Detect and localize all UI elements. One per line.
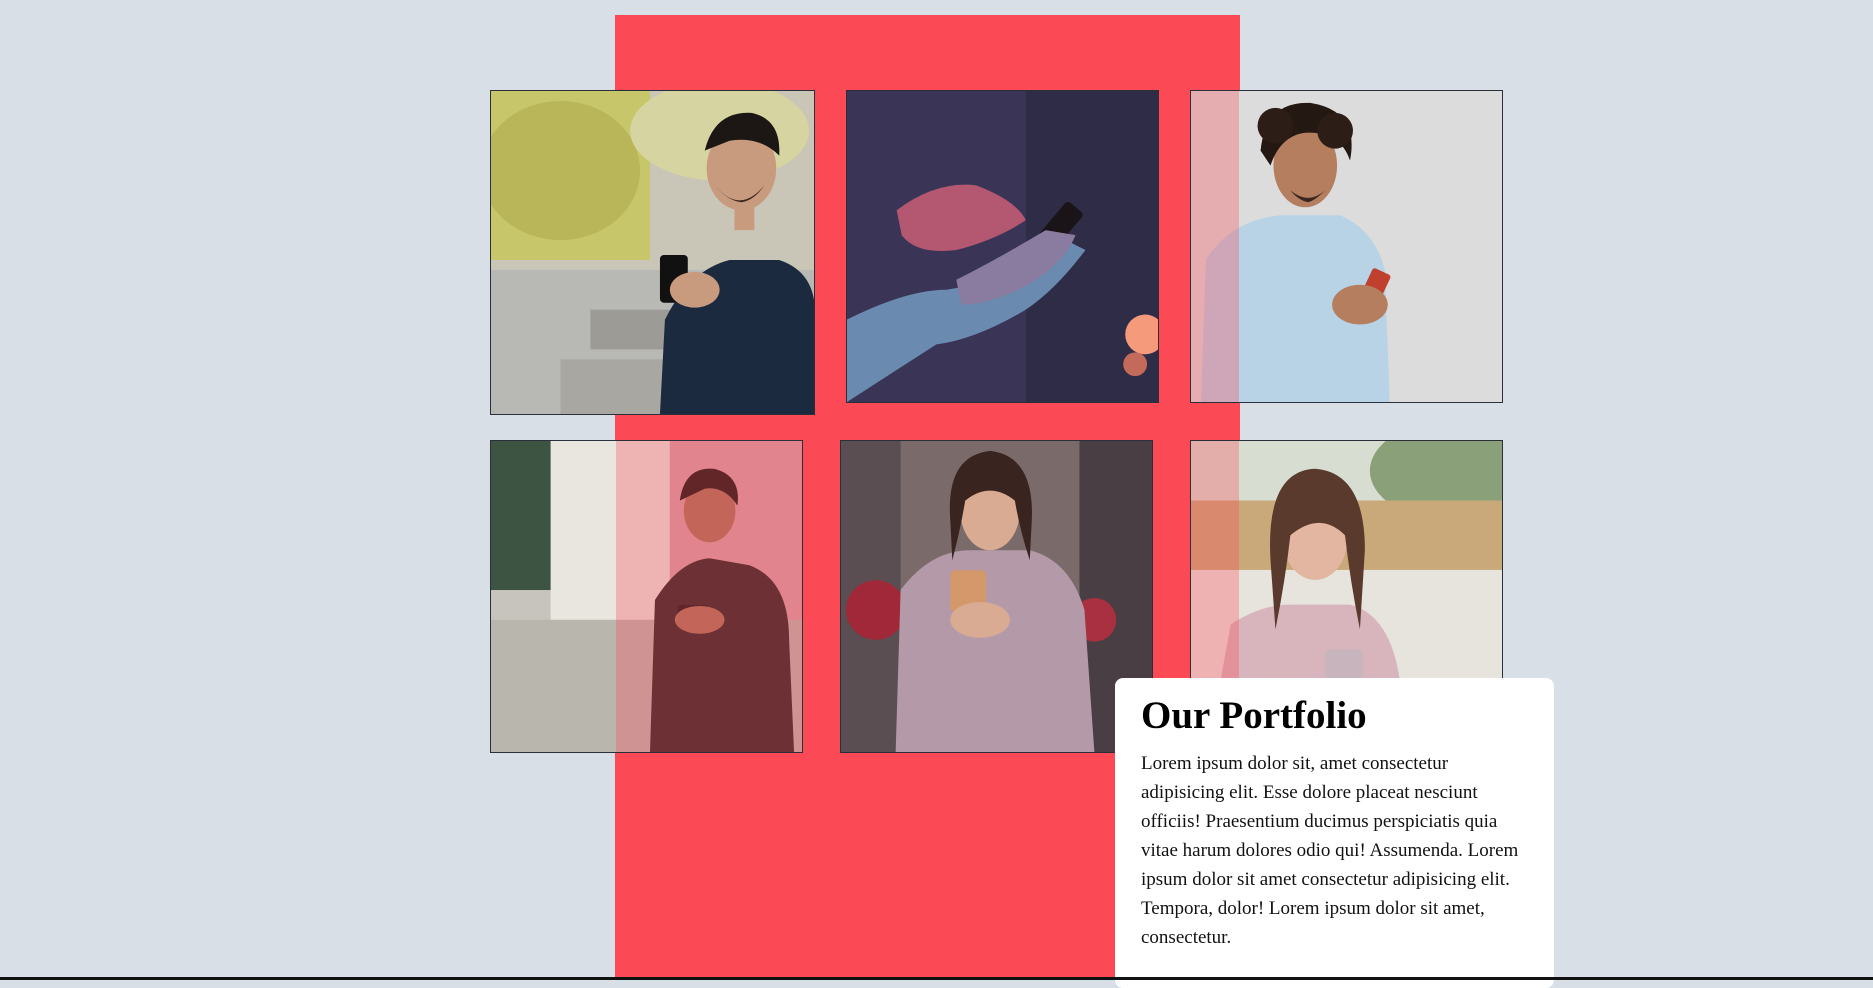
photo-blazer-woman-image: [841, 441, 1152, 752]
portfolio-description: Lorem ipsum dolor sit, amet consectetur …: [1141, 752, 1519, 948]
portfolio-photo-smiling-woman[interactable]: [1190, 440, 1503, 680]
portfolio-card: Our Portfolio Lorem ipsum dolor sit, ame…: [1115, 678, 1554, 988]
portfolio-photo-man-dark-shirt[interactable]: [490, 90, 815, 415]
portfolio-photo-blazer-woman[interactable]: [840, 440, 1153, 753]
portfolio-photo-curly-man[interactable]: [1190, 90, 1503, 403]
portfolio-title: Our Portfolio: [1141, 694, 1367, 737]
photo-man-dark-shirt-image: [491, 91, 814, 414]
portfolio-photo-hands-phone[interactable]: [846, 90, 1159, 403]
photo-hands-phone-image: [847, 91, 1158, 402]
portfolio-photo-leather-jacket-man[interactable]: [490, 440, 803, 753]
